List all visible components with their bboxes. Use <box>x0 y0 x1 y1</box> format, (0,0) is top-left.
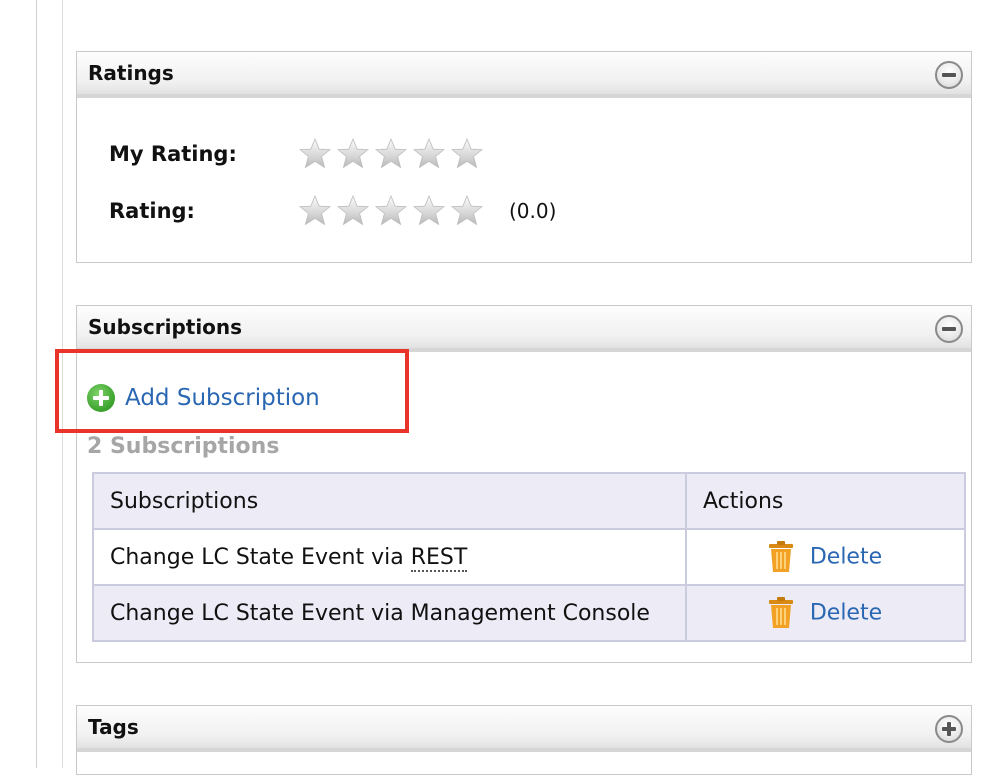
star-icon <box>299 195 331 226</box>
header-actions: Actions <box>685 472 966 530</box>
subscription-name: Change LC State Event via REST <box>92 528 687 586</box>
subscriptions-panel: Subscriptions Add Subscription 2 Subscri… <box>76 305 972 663</box>
subscriptions-title: Subscriptions <box>88 315 243 339</box>
ratings-title: Ratings <box>88 61 174 85</box>
table-row: Change LC State Event via REST Delete <box>92 528 966 586</box>
minus-bar <box>942 327 956 331</box>
header-subscriptions: Subscriptions <box>92 472 687 530</box>
table-row: Change LC State Event via Management Con… <box>92 584 966 642</box>
rating-label: Rating: <box>109 199 195 223</box>
rating-score: (0.0) <box>509 199 557 223</box>
star-icon <box>337 138 369 169</box>
trash-icon[interactable] <box>768 597 794 629</box>
star-icon <box>337 195 369 226</box>
minus-bar <box>942 73 956 77</box>
delete-link[interactable]: Delete <box>810 601 882 626</box>
subscription-count: 2 Subscriptions <box>87 434 280 459</box>
collapse-icon[interactable] <box>935 61 963 89</box>
add-subscription[interactable]: Add Subscription <box>87 384 320 412</box>
collapse-icon[interactable] <box>935 315 963 343</box>
actions-cell: Delete <box>685 584 966 642</box>
tags-panel: Tags <box>76 705 972 775</box>
my-rating-row: My Rating: <box>109 138 483 170</box>
tags-header: Tags <box>77 706 971 752</box>
rest-abbr: REST <box>410 544 468 572</box>
star-icon <box>375 195 407 226</box>
rating-row: Rating: (0.0) <box>109 195 556 227</box>
trash-icon[interactable] <box>768 541 794 573</box>
add-subscription-link[interactable]: Add Subscription <box>125 385 320 411</box>
subscriptions-header: Subscriptions <box>77 306 971 352</box>
sidebar-border-inner <box>62 0 63 768</box>
expand-icon[interactable] <box>935 715 963 743</box>
my-rating-label: My Rating: <box>109 142 237 166</box>
star-icon <box>451 138 483 169</box>
subscription-name: Change LC State Event via Management Con… <box>92 584 687 642</box>
add-plus-icon[interactable] <box>87 384 115 412</box>
ratings-panel: Ratings My Rating: Rating: (0.0) <box>76 51 972 263</box>
sidebar-border <box>36 0 37 768</box>
star-icon <box>413 138 445 169</box>
my-rating-stars[interactable] <box>299 138 483 170</box>
star-icon <box>375 138 407 169</box>
tags-title: Tags <box>88 715 139 739</box>
star-icon <box>451 195 483 226</box>
star-icon <box>299 138 331 169</box>
plus-bar-v <box>947 722 951 736</box>
actions-cell: Delete <box>685 528 966 586</box>
ratings-header: Ratings <box>77 52 971 98</box>
star-icon <box>413 195 445 226</box>
subscriptions-table: Subscriptions Actions Change LC State Ev… <box>92 472 966 642</box>
average-rating-stars <box>299 195 483 227</box>
delete-link[interactable]: Delete <box>810 545 882 570</box>
